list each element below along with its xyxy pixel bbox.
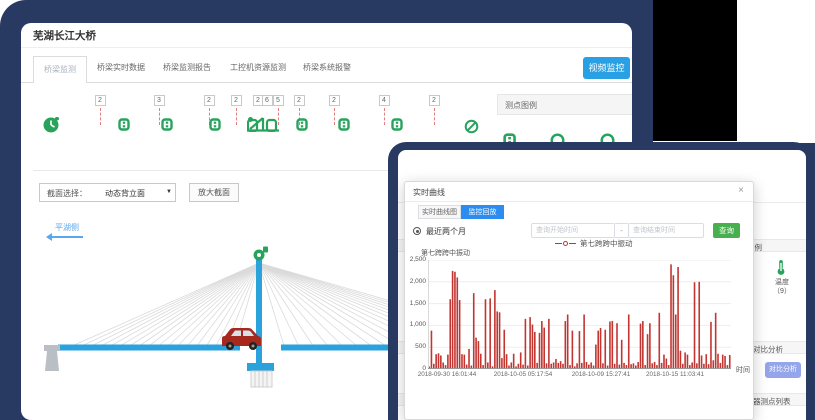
realtime-curve-dialog: 实时曲线 × 实时曲线图 监控回放 最近两个月 - 查询 第七跨跨中振动 第七跨… <box>404 181 754 420</box>
query-end-time-input[interactable] <box>628 223 704 238</box>
sensor-count-badge[interactable]: 6 <box>262 95 273 106</box>
tab-bridge-system-alarm[interactable]: 桥梁系统报警 <box>303 62 351 73</box>
close-icon[interactable]: × <box>738 185 744 196</box>
tab-bridge-monitor[interactable]: 桥梁监测 <box>33 56 87 83</box>
sensor-count-badge[interactable]: 2 <box>294 95 305 106</box>
tab-monitor-playback[interactable]: 监控回放 <box>461 205 504 219</box>
x-tick-label: 2018-09-30 16:01:44 <box>418 371 476 378</box>
overlay-window: 测点图例 温度 （9） 对比分析 对比分析 传感器测点列表 实时曲线 × 实时曲… <box>388 142 815 420</box>
ban-icon[interactable] <box>464 119 479 134</box>
video-monitor-button[interactable]: 视频监控 <box>583 57 630 79</box>
thermometer-icon[interactable] <box>775 259 787 276</box>
sensor-drop-line <box>100 108 101 125</box>
sidebar-compare-header-label: 对比分析 <box>753 344 783 355</box>
sensor-count-badge[interactable]: 4 <box>379 95 390 106</box>
dialog-title: 实时曲线 <box>413 187 445 198</box>
alarm-clock-icon[interactable] <box>42 115 61 134</box>
vibration-chart <box>428 260 731 369</box>
section-select-value[interactable]: 动态背立面 <box>105 188 145 199</box>
x-axis-name: 时间 <box>736 365 750 375</box>
sensor-count-badge[interactable]: 2 <box>329 95 340 106</box>
tabbar-border <box>21 82 632 83</box>
legend-panel-title: 测点图例 <box>505 100 537 111</box>
sensor-drop-line <box>384 108 385 125</box>
divider <box>405 201 753 202</box>
x-tick-label: 2018-10-05 05:17:54 <box>494 371 552 378</box>
query-button[interactable]: 查询 <box>713 223 740 238</box>
chain-link-icon[interactable] <box>161 118 173 131</box>
chain-link-icon[interactable] <box>391 118 403 131</box>
y-tick-label: 1,500 <box>405 300 426 307</box>
car <box>222 328 261 350</box>
tab-realtime-curve-view[interactable]: 实时曲线图 <box>418 205 461 219</box>
y-tick-label: 1,000 <box>405 321 426 328</box>
sensor-count-badge[interactable]: 2 <box>95 95 106 106</box>
chain-link-icon[interactable] <box>338 118 350 131</box>
y-tick-label: 2,000 <box>405 278 426 285</box>
chart-legend-item[interactable]: 第七跨跨中振动 <box>555 239 633 247</box>
legend-line <box>569 243 576 244</box>
chart-axis-title: 第七跨跨中振动 <box>421 248 470 258</box>
page-title: 芜湖长江大桥 <box>33 28 96 43</box>
recent-two-months-radio[interactable] <box>413 227 421 235</box>
chain-link-icon[interactable] <box>118 118 130 131</box>
divider <box>21 47 632 48</box>
recent-two-months-label: 最近两个月 <box>426 226 466 237</box>
tab-bridge-report[interactable]: 桥梁监测报告 <box>163 62 211 73</box>
chain-link-icon[interactable] <box>296 118 308 131</box>
pier-piles <box>251 371 272 387</box>
left-arrow-icon <box>51 236 83 238</box>
y-tick-label: 2,500 <box>405 256 426 263</box>
desktop: 芜湖长江大桥 桥梁监测 桥梁实时数据 桥梁监测报告 工控机资源监测 桥梁系统报警… <box>0 0 815 420</box>
pier-cap <box>247 363 274 371</box>
sensor-count-badge[interactable]: 2 <box>231 95 242 106</box>
tab-ipc-resource-monitor[interactable]: 工控机资源监测 <box>230 62 286 73</box>
video-screen <box>653 0 737 141</box>
chevron-down-icon[interactable]: ▼ <box>166 189 172 195</box>
sensor-count-badge[interactable]: 3 <box>154 95 165 106</box>
sensor-count-badge[interactable]: 5 <box>273 95 284 106</box>
chain-link-icon[interactable] <box>209 118 221 131</box>
enlarge-section-button[interactable]: 放大截面 <box>189 183 239 202</box>
sensor-count-badge[interactable]: 2 <box>204 95 215 106</box>
legend-circle-marker <box>563 241 568 246</box>
range-separator: - <box>615 223 628 238</box>
chart-plot-area[interactable] <box>428 260 731 369</box>
x-tick-label: 2018-10-09 15:27:41 <box>572 371 630 378</box>
sensor-drop-line <box>236 108 237 125</box>
legend-line <box>555 243 562 244</box>
y-tick-label: 500 <box>405 343 426 350</box>
overlay-window-page: 测点图例 温度 （9） 对比分析 对比分析 传感器测点列表 实时曲线 × 实时曲… <box>398 150 806 420</box>
legend-label: 第七跨跨中振动 <box>580 238 633 249</box>
query-start-time-input[interactable] <box>531 223 615 238</box>
x-tick-label: 2018-10-15 11:03:41 <box>646 371 704 378</box>
section-select-label: 截面选择： <box>47 188 87 199</box>
compare-analysis-button[interactable]: 对比分析 <box>765 362 801 378</box>
bridge-tower <box>256 251 262 371</box>
temperature-count: （9） <box>766 286 798 296</box>
tab-bridge-realtime-data[interactable]: 桥梁实时数据 <box>97 62 145 73</box>
bridge-deck-left <box>58 345 240 351</box>
bridge-side-label: 平湖侧 <box>55 222 79 233</box>
camera-icon[interactable] <box>254 247 269 261</box>
abutment <box>44 345 60 371</box>
truss-sensor-icon[interactable] <box>247 116 279 132</box>
sensor-drop-line <box>334 108 335 125</box>
sensor-drop-line <box>159 108 160 125</box>
sensor-count-badge[interactable]: 2 <box>429 95 440 106</box>
sensor-drop-line <box>434 108 435 125</box>
